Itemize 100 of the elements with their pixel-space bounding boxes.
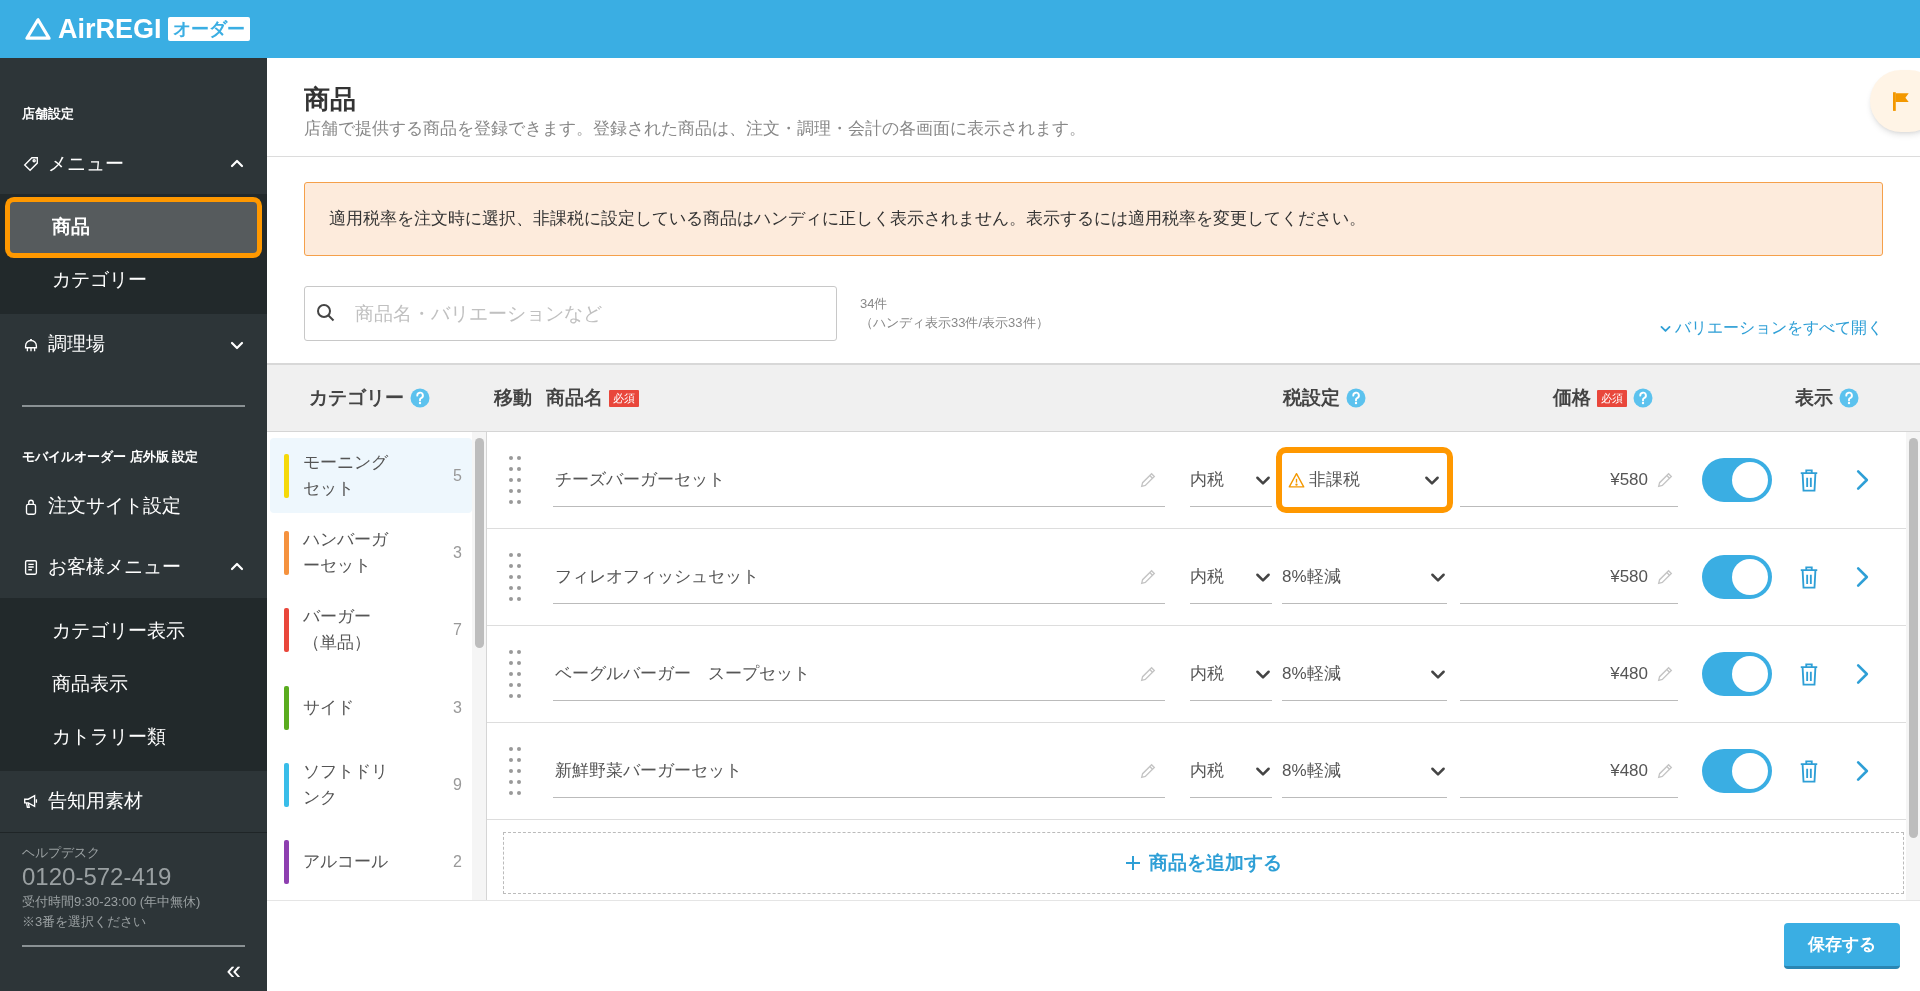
help-icon[interactable] xyxy=(1346,388,1366,408)
price-field[interactable]: ¥580 xyxy=(1460,453,1678,507)
chevron-right-icon[interactable] xyxy=(1856,469,1869,491)
trash-icon[interactable] xyxy=(1798,564,1820,590)
visibility-toggle[interactable] xyxy=(1702,458,1772,502)
category-item[interactable]: アルコール 2 xyxy=(270,824,472,900)
drag-handle-icon[interactable] xyxy=(508,552,522,602)
price-field[interactable]: ¥480 xyxy=(1460,647,1678,701)
nav-item[interactable]: 告知用素材 xyxy=(0,770,267,832)
tax-type-select[interactable]: 内税 xyxy=(1190,744,1272,798)
visibility-toggle[interactable] xyxy=(1702,652,1772,696)
visibility-toggle[interactable] xyxy=(1702,555,1772,599)
price-field[interactable]: ¥580 xyxy=(1460,550,1678,604)
price-value: ¥580 xyxy=(1610,565,1648,588)
required-tag: 必須 xyxy=(609,389,639,407)
column-header: 表示 xyxy=(1795,385,1833,410)
column-header: 商品名 xyxy=(546,385,603,410)
submenu-item[interactable]: カテゴリー xyxy=(10,255,257,307)
category-count: 3 xyxy=(453,697,462,718)
product-name: ベーグルバーガー スープセット xyxy=(555,662,811,685)
logo-text: AirREGI xyxy=(58,15,162,43)
product-name-field[interactable]: ベーグルバーガー スープセット xyxy=(553,647,1165,701)
visibility-toggle[interactable] xyxy=(1702,749,1772,793)
help-phone: 0120-572-419 xyxy=(22,862,173,892)
category-item[interactable]: バーガー（単品） 7 xyxy=(270,592,472,668)
trash-icon[interactable] xyxy=(1798,467,1820,493)
collapse-sidebar-button[interactable]: « xyxy=(222,957,245,983)
warning-alert: 適用税率を注文時に選択、非課税に設定している商品はハンディに正しく表示されません。表示するには適用税率を変更してください。 xyxy=(304,182,1883,256)
tax-rate-select[interactable]: 8%軽減 xyxy=(1282,550,1447,604)
pencil-icon xyxy=(1139,567,1157,586)
pencil-icon xyxy=(1656,664,1674,683)
tax-type-select[interactable]: 内税 xyxy=(1190,647,1272,701)
triangle-logo-icon xyxy=(24,17,52,41)
pencil-icon xyxy=(1139,761,1157,780)
plus-icon xyxy=(1125,855,1141,871)
nav-icon xyxy=(22,154,40,173)
tax-type-select[interactable]: 内税 xyxy=(1190,453,1272,507)
pencil-icon xyxy=(1656,470,1674,489)
category-item[interactable]: ハンバーガーセット 3 xyxy=(270,515,472,591)
nav-item[interactable]: メニュー xyxy=(0,133,267,195)
tax-rate-select[interactable]: 8%軽減 xyxy=(1282,744,1447,798)
product-name: 新鮮野菜バーガーセット xyxy=(555,759,743,782)
product-name-field[interactable]: 新鮮野菜バーガーセット xyxy=(553,744,1165,798)
warning-icon xyxy=(1288,471,1305,489)
nav-icon xyxy=(22,792,40,811)
column-header: 価格 xyxy=(1553,385,1591,410)
nav-item[interactable]: お客様メニュー xyxy=(0,537,267,598)
price-field[interactable]: ¥480 xyxy=(1460,744,1678,798)
chevron-right-icon[interactable] xyxy=(1856,663,1869,685)
product-name-field[interactable]: フィレオフィッシュセット xyxy=(553,550,1165,604)
pencil-icon xyxy=(1139,470,1157,489)
pencil-icon xyxy=(1656,567,1674,586)
product-name: チーズバーガーセット xyxy=(555,468,726,491)
scrollbar-thumb[interactable] xyxy=(1908,438,1918,838)
submenu-item[interactable]: カテゴリー表示 xyxy=(10,605,257,657)
pencil-icon xyxy=(1139,664,1157,683)
category-item[interactable]: ソフトドリンク 9 xyxy=(270,747,472,823)
submenu-item[interactable]: 商品表示 xyxy=(10,658,257,710)
help-hours: 受付時間9:30-23:00 (年中無休) xyxy=(22,893,202,911)
chevron-right-icon[interactable] xyxy=(1856,760,1869,782)
category-count: 3 xyxy=(453,543,462,563)
help-icon[interactable] xyxy=(1633,388,1653,408)
page-subtitle: 店舗で提供する商品を登録できます。登録された商品は、注文・調理・会計の各画面に表示されます。 xyxy=(304,118,1086,140)
required-tag: 必須 xyxy=(1597,389,1627,407)
search-field[interactable]: 商品名・バリエーションなど xyxy=(304,286,837,341)
drag-handle-icon[interactable] xyxy=(508,649,522,699)
category-item[interactable]: サイド 3 xyxy=(270,670,472,746)
category-count: 9 xyxy=(453,774,462,795)
category-count: 7 xyxy=(453,620,462,641)
drag-handle-icon[interactable] xyxy=(508,455,522,505)
tax-rate-select[interactable]: 8%軽減 xyxy=(1282,647,1447,701)
trash-icon[interactable] xyxy=(1798,661,1820,687)
search-icon xyxy=(316,303,336,323)
product-name: フィレオフィッシュセット xyxy=(555,565,760,588)
category-item[interactable]: モーニングセット 5 xyxy=(270,438,472,514)
scrollbar-thumb[interactable] xyxy=(474,438,484,648)
help-icon[interactable] xyxy=(1839,388,1859,408)
category-count: 5 xyxy=(453,465,462,486)
submenu-item[interactable]: カトラリー類 xyxy=(10,711,257,763)
category-name: バーガー（単品） xyxy=(303,606,372,655)
category-name: モーニングセット xyxy=(303,451,389,500)
section-title: モバイルオーダー 店外版 設定 xyxy=(21,447,200,466)
trash-icon[interactable] xyxy=(1798,758,1820,784)
tax-type-select[interactable]: 内税 xyxy=(1190,550,1272,604)
chevron-right-icon[interactable] xyxy=(1856,566,1869,588)
nav-item[interactable]: 調理場 xyxy=(0,314,267,375)
help-icon[interactable] xyxy=(410,388,430,408)
category-name: アルコール xyxy=(303,851,389,874)
drag-handle-icon[interactable] xyxy=(508,746,522,796)
price-value: ¥480 xyxy=(1610,662,1648,685)
flag-button[interactable] xyxy=(1870,70,1920,132)
nav-item[interactable]: 注文サイト設定 xyxy=(0,476,267,538)
category-count: 2 xyxy=(453,852,462,873)
item-count-detail: （ハンディ表示33件/表示33件） xyxy=(860,314,1049,332)
tax-rate-select[interactable]: 非課税 xyxy=(1282,453,1447,507)
column-header: 移動 xyxy=(494,385,532,410)
section-title: 店舗設定 xyxy=(21,105,75,123)
category-name: サイド xyxy=(303,696,355,719)
product-name-field[interactable]: チーズバーガーセット xyxy=(553,453,1165,507)
price-value: ¥580 xyxy=(1610,468,1648,491)
